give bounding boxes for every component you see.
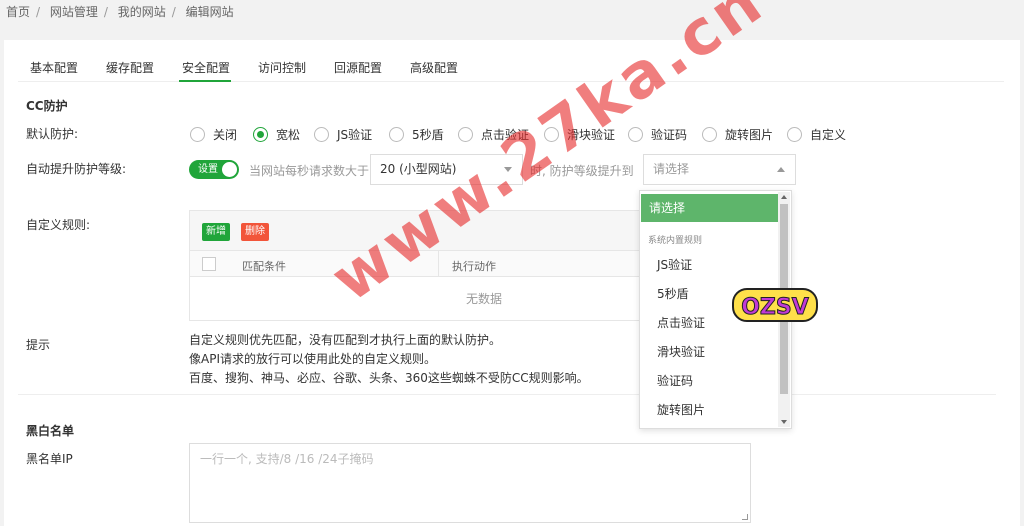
blacklist-ip-textarea[interactable]: 一行一个, 支持/8 /16 /24子掩码 [189, 443, 751, 523]
tab-origin[interactable]: 回源配置 [334, 59, 382, 76]
radio-label: 验证码 [651, 128, 688, 142]
blacklist-ip-label: 黑名单IP [26, 452, 73, 466]
chevron-up-icon [777, 167, 785, 172]
column-divider [438, 251, 439, 277]
protection-level-select[interactable]: 请选择 [643, 154, 796, 185]
column-action: 执行动作 [452, 260, 496, 273]
dropdown-option-slider-verify[interactable]: 滑块验证 [641, 338, 778, 366]
radio-circle[interactable] [458, 127, 473, 142]
tips-text: 自定义规则优先匹配，没有匹配到才执行上面的默认防护。 像API请求的放行可以使用… [189, 331, 589, 388]
blacklist-section-title: 黑白名单 [26, 424, 75, 438]
radio-circle[interactable] [544, 127, 559, 142]
dropdown-option-rotate-image[interactable]: 旋转图片 [641, 396, 778, 424]
radio-label: 滑块验证 [567, 128, 616, 142]
dropdown-option-captcha[interactable]: 验证码 [641, 367, 778, 395]
radio-rotate-image[interactable]: 旋转图片 [702, 126, 773, 143]
radio-off[interactable]: 关闭 [190, 126, 237, 143]
radio-circle[interactable] [389, 127, 404, 142]
active-tab-indicator [179, 80, 231, 82]
tab-bar: 基本配置 缓存配置 安全配置 访问控制 回源配置 高级配置 [18, 50, 1004, 82]
add-rule-button[interactable]: 新增 [202, 223, 230, 241]
dropdown-option-click-verify[interactable]: 点击验证 [641, 309, 778, 337]
radio-label: 点击验证 [481, 128, 530, 142]
auto-raise-toggle[interactable]: 设置 [189, 160, 239, 179]
radio-label: JS验证 [337, 128, 373, 142]
tab-access-control[interactable]: 访问控制 [258, 59, 306, 76]
section-divider [18, 394, 996, 395]
breadcrumb-edit-site: 编辑网站 [185, 5, 234, 19]
radio-5s-shield[interactable]: 5秒盾 [389, 126, 444, 143]
radio-label: 旋转图片 [725, 128, 774, 142]
protection-level-placeholder: 请选择 [653, 162, 690, 176]
breadcrumb-home[interactable]: 首页 [6, 5, 30, 19]
dropdown-scrollbar[interactable] [778, 192, 790, 427]
tab-cache[interactable]: 缓存配置 [106, 59, 154, 76]
qps-threshold-value: 20 (小型网站) [380, 162, 457, 176]
select-all-checkbox[interactable] [202, 257, 216, 271]
breadcrumb: 首页 / 网站管理 / 我的网站 / 编辑网站 [6, 5, 234, 19]
radio-slider-verify[interactable]: 滑块验证 [544, 126, 615, 143]
radio-label: 关闭 [213, 128, 238, 142]
dropdown-option-5s-shield[interactable]: 5秒盾 [641, 280, 778, 308]
dropdown-option-js-verify[interactable]: JS验证 [641, 251, 778, 279]
delete-rule-button[interactable]: 删除 [241, 223, 269, 241]
tips-label: 提示 [26, 338, 51, 352]
radio-circle[interactable] [702, 127, 717, 142]
settings-panel: 基本配置 缓存配置 安全配置 访问控制 回源配置 高级配置 CC防护 默认防护:… [4, 40, 1020, 526]
dropdown-group-label: 系统内置规则 [648, 236, 703, 246]
toggle-knob [222, 162, 237, 177]
toggle-label: 设置 [198, 164, 218, 175]
default-protection-label: 默认防护: [26, 127, 79, 141]
radio-circle[interactable] [787, 127, 802, 142]
cc-section-title: CC防护 [26, 99, 68, 113]
qps-prefix-text: 当网站每秒请求数大于 [249, 164, 370, 178]
scroll-up-icon[interactable] [781, 195, 787, 199]
textarea-placeholder: 一行一个, 支持/8 /16 /24子掩码 [200, 452, 374, 466]
radio-captcha[interactable]: 验证码 [628, 126, 687, 143]
tip-line: 像API请求的放行可以使用此处的自定义规则。 [189, 352, 436, 366]
level-prefix-text: 时, 防护等级提升到 [530, 164, 634, 178]
breadcrumb-my-sites[interactable]: 我的网站 [118, 5, 166, 19]
tip-line: 自定义规则优先匹配，没有匹配到才执行上面的默认防护。 [189, 333, 502, 347]
radio-label: 5秒盾 [412, 128, 444, 142]
scroll-thumb[interactable] [780, 204, 788, 394]
tab-security[interactable]: 安全配置 [182, 59, 230, 76]
custom-rules-label: 自定义规则: [26, 218, 91, 232]
scroll-down-icon[interactable] [781, 420, 787, 424]
radio-js-verify[interactable]: JS验证 [314, 126, 372, 143]
auto-raise-label: 自动提升防护等级: [26, 162, 127, 176]
tab-basic[interactable]: 基本配置 [30, 59, 78, 76]
tab-advanced[interactable]: 高级配置 [410, 59, 458, 76]
dropdown-option-placeholder[interactable]: 请选择 [641, 194, 778, 222]
resize-grip-icon[interactable] [742, 514, 748, 520]
radio-circle[interactable] [628, 127, 643, 142]
chevron-down-icon [504, 167, 512, 172]
radio-loose[interactable]: 宽松 [253, 126, 300, 143]
radio-label: 自定义 [810, 128, 847, 142]
radio-circle[interactable] [253, 127, 268, 142]
radio-circle[interactable] [190, 127, 205, 142]
column-match: 匹配条件 [242, 260, 286, 273]
radio-circle[interactable] [314, 127, 329, 142]
radio-click-verify[interactable]: 点击验证 [458, 126, 529, 143]
tip-line: 百度、搜狗、神马、必应、谷歌、头条、360这些蜘蛛不受防CC规则影响。 [189, 371, 589, 385]
breadcrumb-site-management[interactable]: 网站管理 [50, 5, 98, 19]
radio-label: 宽松 [276, 128, 301, 142]
protection-level-dropdown: 请选择 系统内置规则 JS验证 5秒盾 点击验证 滑块验证 验证码 旋转图片 [639, 190, 792, 429]
radio-custom[interactable]: 自定义 [787, 126, 846, 143]
qps-threshold-select[interactable]: 20 (小型网站) [370, 154, 523, 185]
